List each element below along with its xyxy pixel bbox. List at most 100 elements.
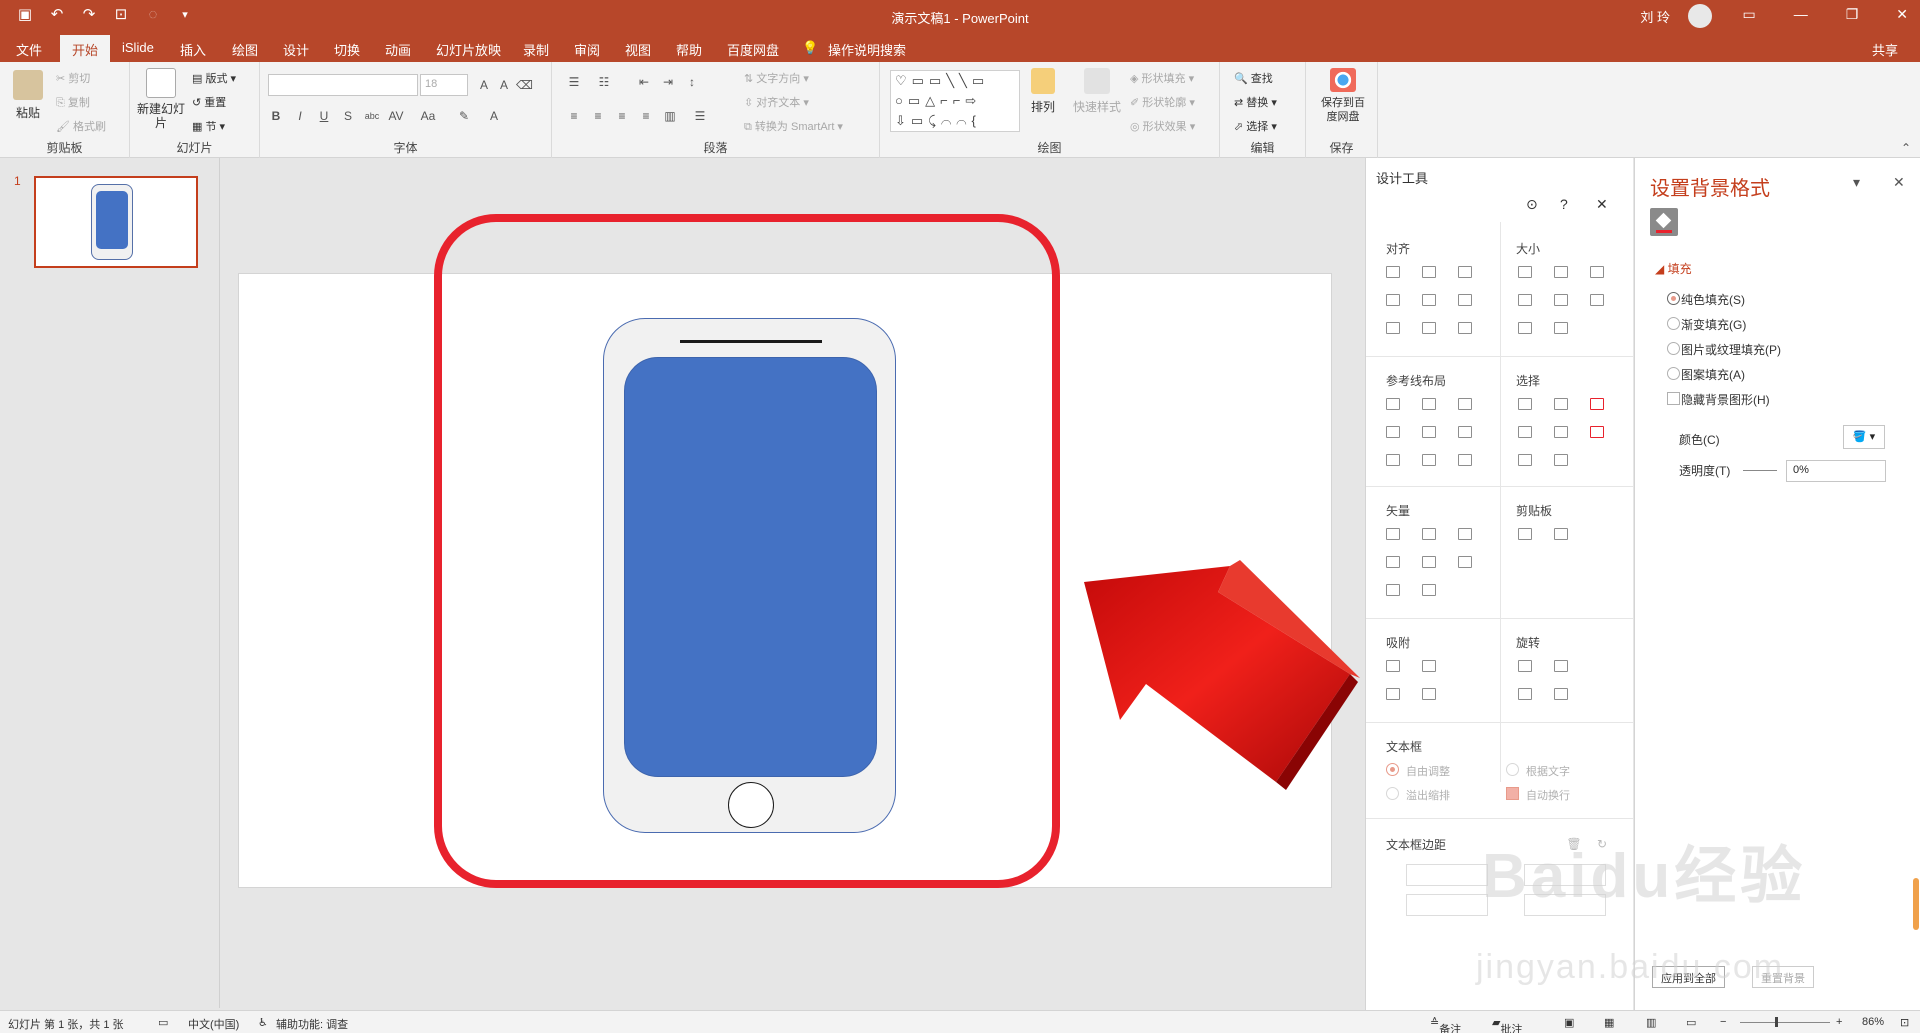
arrange-button[interactable]: 排列 [1028, 68, 1058, 115]
accessibility-status[interactable]: 辅助功能: 调查 [276, 1016, 348, 1032]
normal-view-icon[interactable]: ▣ [1564, 1016, 1574, 1029]
tell-me-search[interactable]: 操作说明搜索 [828, 40, 906, 59]
align-left-icon[interactable]: ≡ [566, 108, 582, 124]
slideshow-icon[interactable]: ▭ [1686, 1016, 1696, 1029]
hide-background-checkbox[interactable] [1667, 392, 1680, 405]
tab-design[interactable]: 设计 [283, 40, 309, 59]
shape-effects-button[interactable]: ◎ 形状效果 ▾ [1130, 118, 1195, 134]
comments-button[interactable]: ▰ 批注 [1492, 1016, 1522, 1033]
zoom-in-icon[interactable]: + [1836, 1016, 1842, 1028]
decrease-indent-icon[interactable]: ⇤ [636, 74, 652, 90]
underline-icon[interactable]: U [316, 108, 332, 124]
bullets-icon[interactable]: ☰ [566, 74, 582, 90]
fit-slide-icon[interactable]: ⊡ [1900, 1016, 1909, 1029]
quick-styles-button[interactable]: 快速样式 [1072, 68, 1122, 115]
ribbon-display-icon[interactable]: ▭ [1742, 6, 1755, 23]
distribute-icon[interactable]: ☰ [692, 108, 708, 124]
spell-check-icon[interactable]: ▭ [158, 1016, 168, 1029]
solid-fill-radio[interactable] [1667, 292, 1680, 305]
collapse-ribbon-icon[interactable]: ⌃ [1898, 140, 1914, 156]
minimize-icon[interactable]: — [1794, 6, 1808, 23]
shape-outline-button[interactable]: ✐ 形状轮廓 ▾ [1130, 94, 1195, 110]
tab-file[interactable]: 文件 [16, 40, 42, 59]
tab-insert[interactable]: 插入 [180, 40, 206, 59]
transparency-input[interactable]: 0% [1786, 460, 1886, 482]
tab-slideshow[interactable]: 幻灯片放映 [436, 40, 501, 59]
char-spacing-icon[interactable]: AV [388, 108, 404, 124]
font-color-icon[interactable]: A [486, 108, 502, 124]
close-pane-icon[interactable]: ✕ [1893, 174, 1905, 191]
gradient-fill-radio[interactable] [1667, 317, 1680, 330]
reset-button[interactable]: ↺ 重置 [192, 94, 226, 110]
zoom-slider-knob[interactable] [1775, 1017, 1778, 1027]
slide-thumbnail[interactable] [34, 176, 198, 268]
tab-draw[interactable]: 绘图 [232, 40, 258, 59]
pattern-fill-radio[interactable] [1667, 367, 1680, 380]
pane-options-icon[interactable]: ▾ [1853, 174, 1860, 191]
cut-button[interactable]: ✂ 剪切 [56, 70, 90, 86]
strikethrough-icon[interactable]: abc [364, 108, 380, 124]
margin-left-field[interactable] [1406, 864, 1488, 886]
tab-review[interactable]: 审阅 [574, 40, 600, 59]
tab-record[interactable]: 录制 [523, 40, 549, 59]
italic-icon[interactable]: I [292, 108, 308, 124]
decrease-font-icon[interactable]: A [496, 77, 512, 93]
margin-top-field[interactable] [1406, 894, 1488, 916]
fill-icon[interactable] [1650, 208, 1678, 236]
wrap-checkbox[interactable] [1506, 787, 1519, 800]
user-name[interactable]: 刘 玲 [1640, 7, 1670, 26]
save-to-baidu-button[interactable]: 保存到百度网盘 [1316, 68, 1370, 124]
phone-home-button[interactable] [728, 782, 774, 828]
clear-format-icon[interactable]: ⌫ [516, 77, 533, 93]
restore-icon[interactable]: ❐ [1846, 6, 1859, 23]
highlight-icon[interactable]: ✎ [456, 108, 472, 124]
zoom-slider[interactable] [1740, 1022, 1830, 1023]
numbering-icon[interactable]: ☷ [596, 74, 612, 90]
help-icon[interactable]: ? [1560, 196, 1568, 212]
transparency-slider[interactable] [1743, 470, 1777, 471]
close-icon[interactable]: ✕ [1896, 6, 1908, 23]
tab-islide[interactable]: iSlide [122, 40, 154, 55]
format-painter-button[interactable]: 🖌 格式刷 [56, 118, 106, 134]
tab-help[interactable]: 帮助 [676, 40, 702, 59]
tab-animations[interactable]: 动画 [385, 40, 411, 59]
auto-fit-radio[interactable] [1386, 763, 1399, 776]
settings-icon[interactable]: ⊙ [1526, 196, 1538, 213]
increase-font-icon[interactable]: A [476, 77, 492, 93]
color-picker-button[interactable]: 🪣 ▾ [1843, 425, 1885, 449]
change-case-icon[interactable]: Aa [420, 108, 436, 124]
close-panel-icon[interactable]: ✕ [1596, 196, 1608, 213]
reading-view-icon[interactable]: ▥ [1646, 1016, 1656, 1029]
tab-baidu-netdisk[interactable]: 百度网盘 [727, 40, 779, 59]
zoom-level[interactable]: 86% [1862, 1016, 1884, 1028]
align-text-button[interactable]: ⇳ 对齐文本 ▾ [744, 94, 809, 110]
shape-fill-button[interactable]: ◈ 形状填充 ▾ [1130, 70, 1194, 86]
layout-button[interactable]: ▤ 版式 ▾ [192, 70, 236, 86]
language[interactable]: 中文(中国) [188, 1016, 239, 1032]
by-text-radio[interactable] [1506, 763, 1519, 776]
increase-indent-icon[interactable]: ⇥ [660, 74, 676, 90]
zoom-out-icon[interactable]: − [1720, 1016, 1726, 1028]
replace-button[interactable]: ⇄ 替换 ▾ [1234, 94, 1277, 110]
bold-icon[interactable]: B [268, 108, 284, 124]
paste-button[interactable]: 粘贴 [8, 70, 48, 121]
slide-sorter-icon[interactable]: ▦ [1604, 1016, 1614, 1029]
phone-shape[interactable] [603, 318, 896, 833]
convert-smartart-button[interactable]: ⧉ 转换为 SmartArt ▾ [744, 118, 843, 134]
align-right-icon[interactable]: ≡ [614, 108, 630, 124]
columns-icon[interactable]: ▥ [662, 108, 678, 124]
scrollbar-thumb[interactable] [1913, 878, 1919, 930]
section-button[interactable]: ▦ 节 ▾ [192, 118, 225, 134]
line-spacing-icon[interactable]: ↕ [684, 74, 700, 90]
tab-view[interactable]: 视图 [625, 40, 651, 59]
tab-transitions[interactable]: 切换 [334, 40, 360, 59]
copy-button[interactable]: ⎘ 复制 [56, 94, 90, 110]
select-button[interactable]: ⬀ 选择 ▾ [1234, 118, 1277, 134]
picture-fill-radio[interactable] [1667, 342, 1680, 355]
shadow-icon[interactable]: S [340, 108, 356, 124]
tab-home[interactable]: 开始 [60, 35, 111, 62]
notes-button[interactable]: ≙ 备注 [1430, 1016, 1461, 1033]
share-button[interactable]: 共享 [1872, 40, 1898, 59]
new-slide-button[interactable]: 新建幻灯片 [136, 68, 186, 130]
find-button[interactable]: 🔍 查找 [1234, 70, 1273, 86]
